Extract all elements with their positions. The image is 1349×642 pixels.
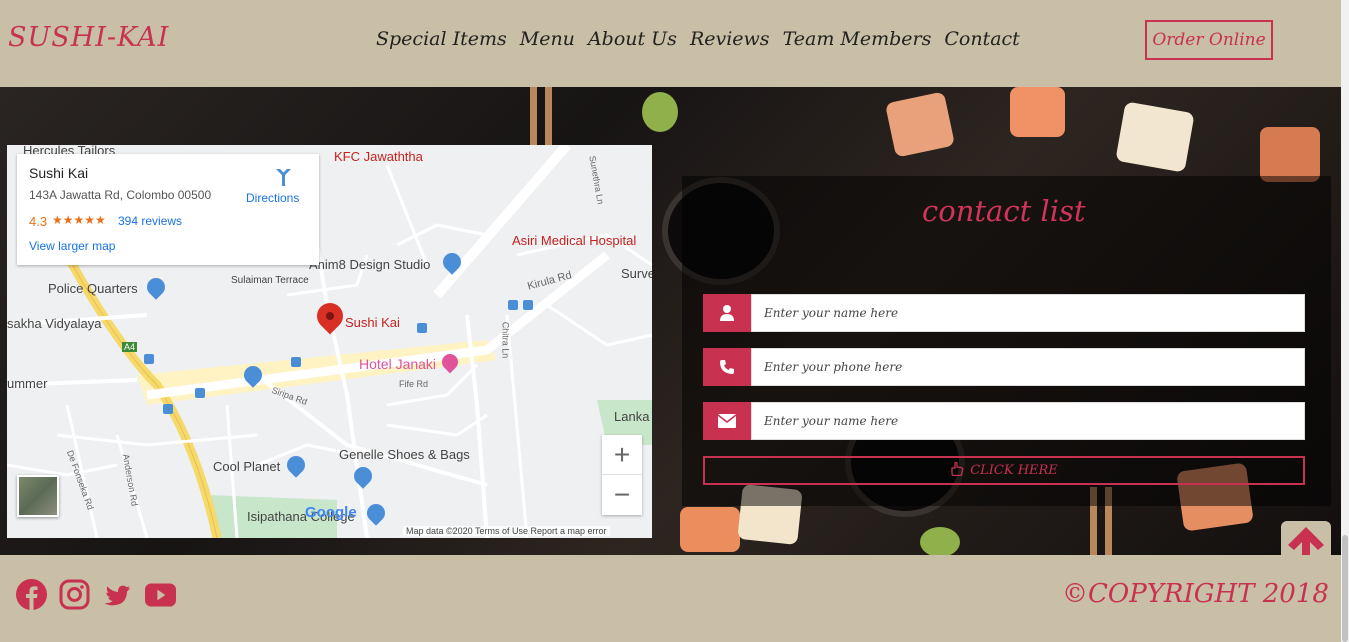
bus-stop-icon: [523, 300, 533, 310]
map-label: sakha Vidyalaya: [7, 316, 102, 331]
map-label: Genelle Shoes & Bags: [339, 447, 470, 462]
page-scrollbar[interactable]: [1341, 0, 1349, 642]
map-label: Fife Rd: [399, 379, 429, 389]
envelope-icon: [703, 402, 751, 440]
bus-stop-icon: [195, 388, 205, 398]
social-links: [16, 579, 176, 610]
background-decoration: [920, 527, 960, 555]
background-decoration: [884, 91, 956, 158]
nav-about-us[interactable]: About Us: [588, 28, 677, 50]
map-label: Lanka: [614, 409, 650, 424]
submit-button[interactable]: CLICK HERE: [703, 456, 1305, 485]
nav-special-items[interactable]: Special Items: [376, 28, 507, 50]
name-input[interactable]: [751, 294, 1305, 332]
main-nav: Special Items Menu About Us Reviews Team…: [376, 28, 1020, 50]
twitter-icon[interactable]: [102, 579, 133, 610]
youtube-icon[interactable]: [145, 579, 176, 610]
phone-field-group: [703, 348, 1305, 386]
star-rating-icon: ★★★★★: [52, 213, 106, 227]
bus-stop-icon: [508, 300, 518, 310]
map-label: Sulaiman Terrace: [231, 275, 309, 286]
phone-icon: [703, 348, 751, 386]
site-logo[interactable]: SUSHI-KAI: [8, 22, 169, 53]
contact-form: contact list CLICK HERE: [682, 176, 1331, 506]
map-label: KFC Jawaththa: [334, 149, 423, 164]
map-label: Hotel Janaki: [359, 356, 437, 372]
google-logo: Google: [305, 504, 357, 521]
place-rating: 4.3: [29, 214, 48, 229]
background-decoration: [642, 92, 678, 132]
place-name: Sushi Kai: [29, 165, 89, 181]
nav-reviews[interactable]: Reviews: [690, 28, 770, 50]
instagram-icon[interactable]: [59, 579, 90, 610]
directions-link[interactable]: Directions: [246, 191, 299, 205]
map-label: Police Quarters: [48, 281, 138, 296]
satellite-toggle[interactable]: [17, 475, 59, 517]
scrollbar-thumb[interactable]: [1342, 535, 1348, 642]
nav-contact[interactable]: Contact: [944, 28, 1019, 50]
map-label: Asiri Medical Hospital: [512, 233, 637, 248]
background-decoration: [530, 87, 537, 147]
phone-input[interactable]: [751, 348, 1305, 386]
bus-stop-icon: [291, 357, 301, 367]
submit-label: CLICK HERE: [970, 463, 1058, 478]
site-footer: ©COPYRIGHT 2018: [0, 555, 1341, 642]
map-label: Cool Planet: [213, 459, 281, 474]
background-decoration: [1115, 101, 1195, 173]
reviews-link[interactable]: 394 reviews: [118, 214, 182, 228]
background-decoration: [1260, 127, 1320, 182]
zoom-controls: + −: [602, 435, 642, 515]
nav-menu[interactable]: Menu: [520, 28, 575, 50]
google-map[interactable]: Hercules Tailors KFC Jawaththa Asiri Med…: [7, 145, 652, 538]
map-label: Anim8 Design Studio: [309, 257, 431, 272]
map-label: ummer: [7, 376, 48, 391]
copyright-text: ©COPYRIGHT 2018: [1062, 579, 1329, 609]
user-icon: [703, 294, 751, 332]
view-larger-map-link[interactable]: View larger map: [29, 239, 115, 253]
background-decoration: [545, 87, 552, 147]
background-decoration: [680, 507, 740, 552]
contact-title: contact list: [922, 194, 1086, 228]
name-field-group: [703, 294, 1305, 332]
place-info-card: Sushi Kai 143A Jawatta Rd, Colombo 00500…: [17, 154, 319, 265]
bus-stop-icon: [417, 323, 427, 333]
facebook-icon[interactable]: [16, 579, 47, 610]
map-label: Surve: [621, 266, 652, 281]
zoom-in-button[interactable]: +: [602, 435, 642, 475]
directions-icon[interactable]: [272, 166, 294, 188]
email-field-group: [703, 402, 1305, 440]
place-address: 143A Jawatta Rd, Colombo 00500: [29, 188, 212, 202]
map-label: Sushi Kai: [345, 315, 400, 330]
hand-pointer-icon: [950, 461, 964, 480]
site-header: SUSHI-KAI Special Items Menu About Us Re…: [0, 0, 1341, 87]
bus-stop-icon: [144, 354, 154, 364]
email-input[interactable]: [751, 402, 1305, 440]
map-attribution[interactable]: Map data ©2020 Terms of Use Report a map…: [403, 526, 610, 536]
order-online-button[interactable]: Order Online: [1145, 20, 1273, 60]
background-decoration: [1010, 87, 1065, 137]
zoom-out-button[interactable]: −: [602, 475, 642, 515]
bus-stop-icon: [163, 404, 173, 414]
map-label: Chitra Ln: [500, 321, 511, 359]
nav-team-members[interactable]: Team Members: [783, 28, 932, 50]
route-badge: A4: [122, 342, 138, 352]
